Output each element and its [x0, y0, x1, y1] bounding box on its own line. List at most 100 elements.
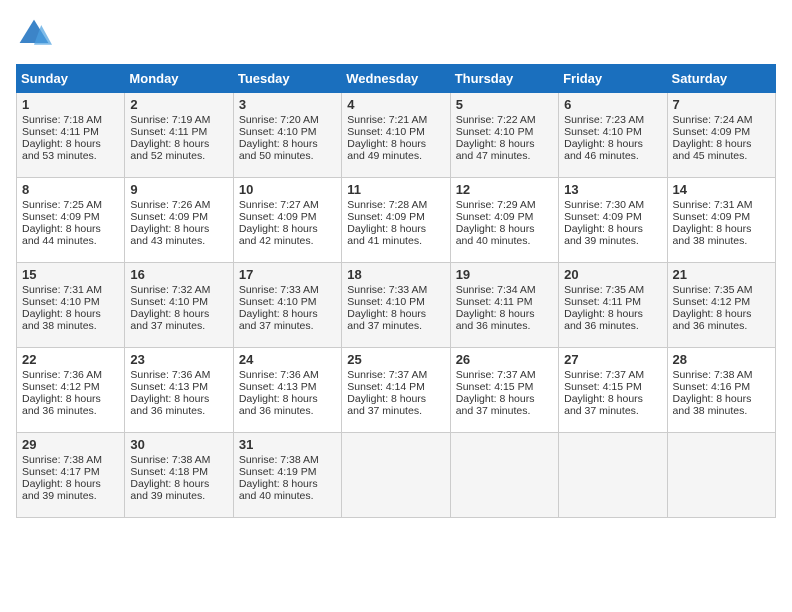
daylight-label: Daylight: 8 hours and 36 minutes.: [130, 393, 209, 417]
daylight-label: Daylight: 8 hours and 39 minutes.: [564, 223, 643, 247]
day-number: 27: [564, 352, 661, 367]
sunrise-label: Sunrise: 7:29 AM: [456, 199, 536, 211]
day-number: 3: [239, 97, 336, 112]
day-number: 13: [564, 182, 661, 197]
daylight-label: Daylight: 8 hours and 50 minutes.: [239, 138, 318, 162]
day-number: 5: [456, 97, 553, 112]
daylight-label: Daylight: 8 hours and 36 minutes.: [239, 393, 318, 417]
day-number: 4: [347, 97, 444, 112]
day-number: 11: [347, 182, 444, 197]
daylight-label: Daylight: 8 hours and 52 minutes.: [130, 138, 209, 162]
daylight-label: Daylight: 8 hours and 37 minutes.: [564, 393, 643, 417]
calendar-cell: 9 Sunrise: 7:26 AM Sunset: 4:09 PM Dayli…: [125, 178, 233, 263]
day-number: 9: [130, 182, 227, 197]
day-of-week-header: Friday: [559, 65, 667, 93]
sunset-label: Sunset: 4:09 PM: [673, 211, 751, 223]
sunrise-label: Sunrise: 7:28 AM: [347, 199, 427, 211]
sunrise-label: Sunrise: 7:35 AM: [564, 284, 644, 296]
calendar-cell: 3 Sunrise: 7:20 AM Sunset: 4:10 PM Dayli…: [233, 93, 341, 178]
sunset-label: Sunset: 4:15 PM: [564, 381, 642, 393]
daylight-label: Daylight: 8 hours and 37 minutes.: [456, 393, 535, 417]
day-number: 28: [673, 352, 770, 367]
sunset-label: Sunset: 4:14 PM: [347, 381, 425, 393]
day-number: 21: [673, 267, 770, 282]
calendar-cell: 12 Sunrise: 7:29 AM Sunset: 4:09 PM Dayl…: [450, 178, 558, 263]
sunset-label: Sunset: 4:10 PM: [130, 296, 208, 308]
daylight-label: Daylight: 8 hours and 39 minutes.: [130, 478, 209, 502]
sunset-label: Sunset: 4:11 PM: [130, 126, 207, 138]
day-number: 29: [22, 437, 119, 452]
daylight-label: Daylight: 8 hours and 36 minutes.: [22, 393, 101, 417]
sunset-label: Sunset: 4:16 PM: [673, 381, 751, 393]
calendar-cell: 21 Sunrise: 7:35 AM Sunset: 4:12 PM Dayl…: [667, 263, 775, 348]
day-number: 17: [239, 267, 336, 282]
calendar-cell: 6 Sunrise: 7:23 AM Sunset: 4:10 PM Dayli…: [559, 93, 667, 178]
sunset-label: Sunset: 4:11 PM: [456, 296, 533, 308]
sunrise-label: Sunrise: 7:31 AM: [22, 284, 102, 296]
sunset-label: Sunset: 4:09 PM: [22, 211, 100, 223]
daylight-label: Daylight: 8 hours and 37 minutes.: [239, 308, 318, 332]
day-of-week-header: Tuesday: [233, 65, 341, 93]
daylight-label: Daylight: 8 hours and 40 minutes.: [239, 478, 318, 502]
sunrise-label: Sunrise: 7:38 AM: [130, 454, 210, 466]
day-of-week-header: Thursday: [450, 65, 558, 93]
sunset-label: Sunset: 4:13 PM: [130, 381, 208, 393]
logo: [16, 16, 56, 52]
sunrise-label: Sunrise: 7:33 AM: [347, 284, 427, 296]
sunset-label: Sunset: 4:09 PM: [456, 211, 534, 223]
daylight-label: Daylight: 8 hours and 47 minutes.: [456, 138, 535, 162]
sunset-label: Sunset: 4:10 PM: [239, 126, 317, 138]
day-number: 31: [239, 437, 336, 452]
calendar-cell: 26 Sunrise: 7:37 AM Sunset: 4:15 PM Dayl…: [450, 348, 558, 433]
daylight-label: Daylight: 8 hours and 36 minutes.: [564, 308, 643, 332]
sunset-label: Sunset: 4:11 PM: [22, 126, 99, 138]
sunrise-label: Sunrise: 7:26 AM: [130, 199, 210, 211]
calendar-cell: 30 Sunrise: 7:38 AM Sunset: 4:18 PM Dayl…: [125, 433, 233, 518]
daylight-label: Daylight: 8 hours and 53 minutes.: [22, 138, 101, 162]
day-number: 7: [673, 97, 770, 112]
day-number: 2: [130, 97, 227, 112]
sunrise-label: Sunrise: 7:25 AM: [22, 199, 102, 211]
calendar-cell: 17 Sunrise: 7:33 AM Sunset: 4:10 PM Dayl…: [233, 263, 341, 348]
daylight-label: Daylight: 8 hours and 37 minutes.: [347, 393, 426, 417]
day-number: 20: [564, 267, 661, 282]
sunrise-label: Sunrise: 7:37 AM: [347, 369, 427, 381]
sunset-label: Sunset: 4:10 PM: [22, 296, 100, 308]
day-number: 14: [673, 182, 770, 197]
sunrise-label: Sunrise: 7:31 AM: [673, 199, 753, 211]
calendar-cell: 27 Sunrise: 7:37 AM Sunset: 4:15 PM Dayl…: [559, 348, 667, 433]
daylight-label: Daylight: 8 hours and 40 minutes.: [456, 223, 535, 247]
calendar-cell: 31 Sunrise: 7:38 AM Sunset: 4:19 PM Dayl…: [233, 433, 341, 518]
sunrise-label: Sunrise: 7:22 AM: [456, 114, 536, 126]
daylight-label: Daylight: 8 hours and 49 minutes.: [347, 138, 426, 162]
daylight-label: Daylight: 8 hours and 43 minutes.: [130, 223, 209, 247]
sunset-label: Sunset: 4:15 PM: [456, 381, 534, 393]
day-number: 6: [564, 97, 661, 112]
day-number: 15: [22, 267, 119, 282]
sunrise-label: Sunrise: 7:37 AM: [456, 369, 536, 381]
day-number: 1: [22, 97, 119, 112]
sunrise-label: Sunrise: 7:35 AM: [673, 284, 753, 296]
daylight-label: Daylight: 8 hours and 46 minutes.: [564, 138, 643, 162]
sunset-label: Sunset: 4:10 PM: [564, 126, 642, 138]
day-number: 30: [130, 437, 227, 452]
sunset-label: Sunset: 4:09 PM: [673, 126, 751, 138]
day-of-week-header: Monday: [125, 65, 233, 93]
sunrise-label: Sunrise: 7:20 AM: [239, 114, 319, 126]
sunrise-label: Sunrise: 7:30 AM: [564, 199, 644, 211]
calendar-cell: 2 Sunrise: 7:19 AM Sunset: 4:11 PM Dayli…: [125, 93, 233, 178]
calendar-cell: 20 Sunrise: 7:35 AM Sunset: 4:11 PM Dayl…: [559, 263, 667, 348]
sunrise-label: Sunrise: 7:37 AM: [564, 369, 644, 381]
day-number: 18: [347, 267, 444, 282]
sunset-label: Sunset: 4:18 PM: [130, 466, 208, 478]
calendar-cell: 8 Sunrise: 7:25 AM Sunset: 4:09 PM Dayli…: [17, 178, 125, 263]
day-number: 8: [22, 182, 119, 197]
day-number: 12: [456, 182, 553, 197]
calendar-cell: 11 Sunrise: 7:28 AM Sunset: 4:09 PM Dayl…: [342, 178, 450, 263]
sunset-label: Sunset: 4:12 PM: [673, 296, 751, 308]
sunset-label: Sunset: 4:11 PM: [564, 296, 641, 308]
calendar-cell: 29 Sunrise: 7:38 AM Sunset: 4:17 PM Dayl…: [17, 433, 125, 518]
sunset-label: Sunset: 4:09 PM: [347, 211, 425, 223]
daylight-label: Daylight: 8 hours and 39 minutes.: [22, 478, 101, 502]
day-number: 10: [239, 182, 336, 197]
